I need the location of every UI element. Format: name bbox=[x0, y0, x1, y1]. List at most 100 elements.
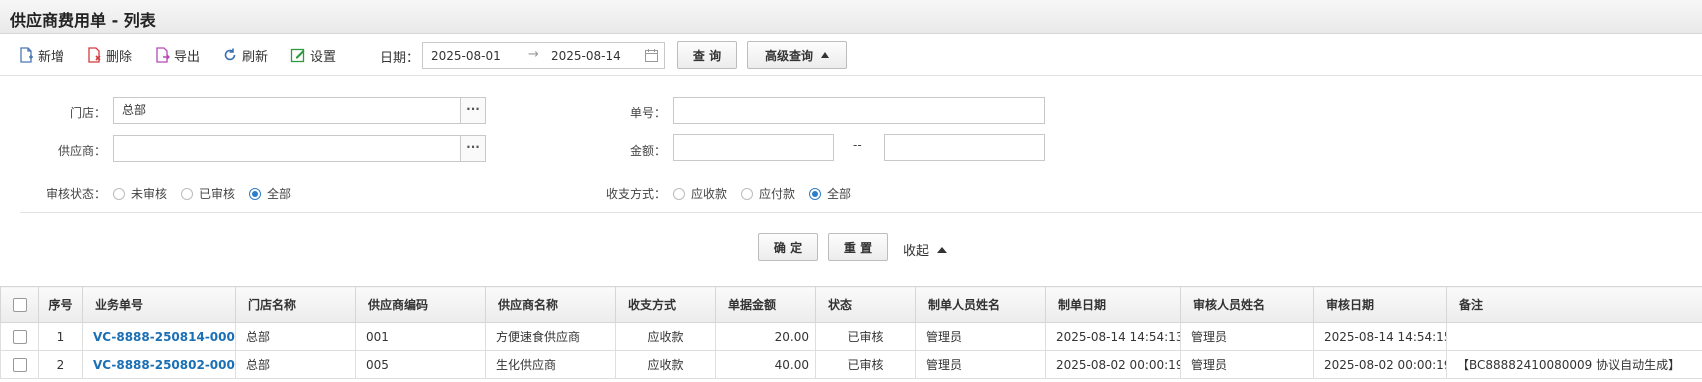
edit-icon bbox=[290, 48, 305, 63]
column-header[interactable]: 制单日期 bbox=[1045, 286, 1181, 323]
cell-creator: 管理员 bbox=[915, 322, 1046, 351]
column-header[interactable]: 审核日期 bbox=[1313, 286, 1447, 323]
audit-option-audited[interactable]: 已审核 bbox=[181, 185, 235, 202]
column-header[interactable]: 状态 bbox=[815, 286, 916, 323]
cell-auditor: 管理员 bbox=[1180, 322, 1314, 351]
cell-remark bbox=[1446, 322, 1702, 351]
toolbar: 新增 删除 导出 刷新 设置 日期： 2025-08-01 → 2025-08-… bbox=[0, 34, 1702, 76]
date-to[interactable]: 2025-08-14 bbox=[551, 49, 621, 63]
column-header[interactable]: 备注 bbox=[1446, 286, 1702, 323]
cell-status: 已审核 bbox=[815, 350, 916, 379]
column-header[interactable]: 序号 bbox=[38, 286, 83, 323]
advanced-query-label: 高级查询 bbox=[764, 48, 813, 63]
add-button[interactable]: 新增 bbox=[18, 45, 64, 65]
cell-status: 已审核 bbox=[815, 322, 916, 351]
cell-created-date: 2025-08-14 14:54:13 bbox=[1045, 322, 1181, 351]
supplier-picker-button[interactable]: ··· bbox=[460, 135, 486, 162]
order-no-link[interactable]: VC-8888-250814-0009 bbox=[93, 330, 235, 344]
page-title: 供应商费用单 - 列表 bbox=[10, 11, 156, 30]
pay-type-radio-group: 应收款 应付款 全部 bbox=[673, 185, 865, 202]
cell-pay-type: 应收款 bbox=[615, 350, 716, 379]
row-checkbox[interactable] bbox=[12, 357, 27, 372]
title-bar: 供应商费用单 - 列表 bbox=[0, 0, 1702, 34]
date-from[interactable]: 2025-08-01 bbox=[431, 49, 501, 63]
reset-label: 重 置 bbox=[843, 240, 873, 255]
column-header[interactable]: 收支方式 bbox=[615, 286, 716, 323]
amount-label: 金额： bbox=[629, 144, 666, 158]
radio-icon bbox=[741, 187, 754, 200]
order-no-label: 单号： bbox=[629, 106, 666, 120]
pay-option-receivable[interactable]: 应收款 bbox=[673, 185, 727, 202]
column-header[interactable]: 供应商名称 bbox=[485, 286, 616, 323]
cell-auditor: 管理员 bbox=[1180, 350, 1314, 379]
cell-audited-date: 2025-08-14 14:54:15 bbox=[1313, 322, 1447, 351]
arrow-right-icon: → bbox=[528, 47, 539, 62]
cell-creator: 管理员 bbox=[915, 350, 1046, 379]
order-no-input[interactable] bbox=[673, 97, 1045, 124]
calendar-icon[interactable] bbox=[645, 49, 658, 62]
add-label: 新增 bbox=[38, 49, 65, 65]
cell-remark: 【BC88882410080009 协议自动生成】 bbox=[1446, 350, 1702, 379]
cell-amount: 40.00 bbox=[715, 350, 816, 379]
pay-option-payable[interactable]: 应付款 bbox=[741, 185, 795, 202]
cell-supplier-name: 方便速食供应商 bbox=[485, 322, 616, 351]
confirm-label: 确 定 bbox=[773, 240, 803, 255]
select-all-header bbox=[0, 286, 39, 323]
refresh-button[interactable]: 刷新 bbox=[222, 45, 268, 65]
cell-amount: 20.00 bbox=[715, 322, 816, 351]
supplier-input[interactable] bbox=[113, 135, 461, 162]
column-header[interactable]: 单据金额 bbox=[715, 286, 816, 323]
order-no-link[interactable]: VC-8888-250802-0008 bbox=[93, 358, 235, 372]
select-all-checkbox[interactable] bbox=[12, 297, 27, 312]
collapse-label: 收起 bbox=[903, 244, 930, 259]
amount-separator: -- bbox=[853, 138, 862, 152]
pay-option-all[interactable]: 全部 bbox=[809, 185, 851, 202]
query-label: 查 询 bbox=[692, 48, 722, 63]
column-header[interactable]: 制单人员姓名 bbox=[915, 286, 1046, 323]
audit-option-all[interactable]: 全部 bbox=[249, 185, 291, 202]
delete-button[interactable]: 删除 bbox=[86, 45, 132, 65]
radio-icon bbox=[181, 187, 194, 200]
table-header-row: 序号 业务单号 门店名称 供应商编码 供应商名称 收支方式 单据金额 状态 制单… bbox=[0, 286, 1702, 323]
radio-icon bbox=[673, 187, 685, 200]
column-header[interactable]: 业务单号 bbox=[82, 286, 236, 323]
pay-type-label: 收支方式： bbox=[605, 187, 666, 201]
reset-button[interactable]: 重 置 bbox=[828, 233, 888, 261]
radio-checked-icon bbox=[809, 187, 822, 200]
delete-icon bbox=[88, 47, 101, 63]
cell-supplier-code: 005 bbox=[355, 350, 486, 379]
date-range-picker[interactable]: 2025-08-01 → 2025-08-14 bbox=[422, 42, 665, 69]
cell-audited-date: 2025-08-02 00:00:19 bbox=[1313, 350, 1447, 379]
confirm-button[interactable]: 确 定 bbox=[758, 233, 818, 261]
column-header[interactable]: 供应商编码 bbox=[355, 286, 486, 323]
data-table: 序号 业务单号 门店名称 供应商编码 供应商名称 收支方式 单据金额 状态 制单… bbox=[0, 286, 1702, 379]
store-picker-button[interactable]: ··· bbox=[460, 97, 486, 124]
audit-option-unaudited[interactable]: 未审核 bbox=[113, 185, 167, 202]
cell-order-no: VC-8888-250814-0009 bbox=[82, 322, 236, 351]
store-input[interactable]: 总部 bbox=[113, 97, 461, 124]
refresh-icon bbox=[224, 48, 236, 61]
cell-supplier-code: 001 bbox=[355, 322, 486, 351]
row-checkbox[interactable] bbox=[12, 329, 27, 344]
delete-label: 删除 bbox=[106, 49, 133, 65]
settings-button[interactable]: 设置 bbox=[290, 45, 336, 65]
advanced-query-button[interactable]: 高级查询 bbox=[747, 41, 847, 69]
export-button[interactable]: 导出 bbox=[154, 45, 200, 65]
cell-store: 总部 bbox=[235, 350, 356, 379]
cell-seq: 1 bbox=[38, 322, 83, 351]
ellipsis-icon: ··· bbox=[466, 140, 480, 154]
table-row[interactable]: 1 VC-8888-250814-0009 总部 001 方便速食供应商 应收款… bbox=[0, 322, 1702, 351]
query-button[interactable]: 查 询 bbox=[677, 41, 737, 69]
collapse-button[interactable]: 收起 bbox=[903, 240, 948, 259]
column-header[interactable]: 门店名称 bbox=[235, 286, 356, 323]
amount-min-input[interactable] bbox=[673, 134, 834, 161]
amount-max-input[interactable] bbox=[884, 134, 1045, 161]
radio-checked-icon bbox=[249, 187, 262, 200]
cell-seq: 2 bbox=[38, 350, 83, 379]
filter-divider bbox=[20, 212, 1702, 213]
audit-status-label: 审核状态： bbox=[45, 187, 106, 201]
store-label: 门店： bbox=[69, 106, 106, 120]
row-select-cell bbox=[0, 322, 39, 351]
column-header[interactable]: 审核人员姓名 bbox=[1180, 286, 1314, 323]
table-row[interactable]: 2 VC-8888-250802-0008 总部 005 生化供应商 应收款 4… bbox=[0, 350, 1702, 379]
